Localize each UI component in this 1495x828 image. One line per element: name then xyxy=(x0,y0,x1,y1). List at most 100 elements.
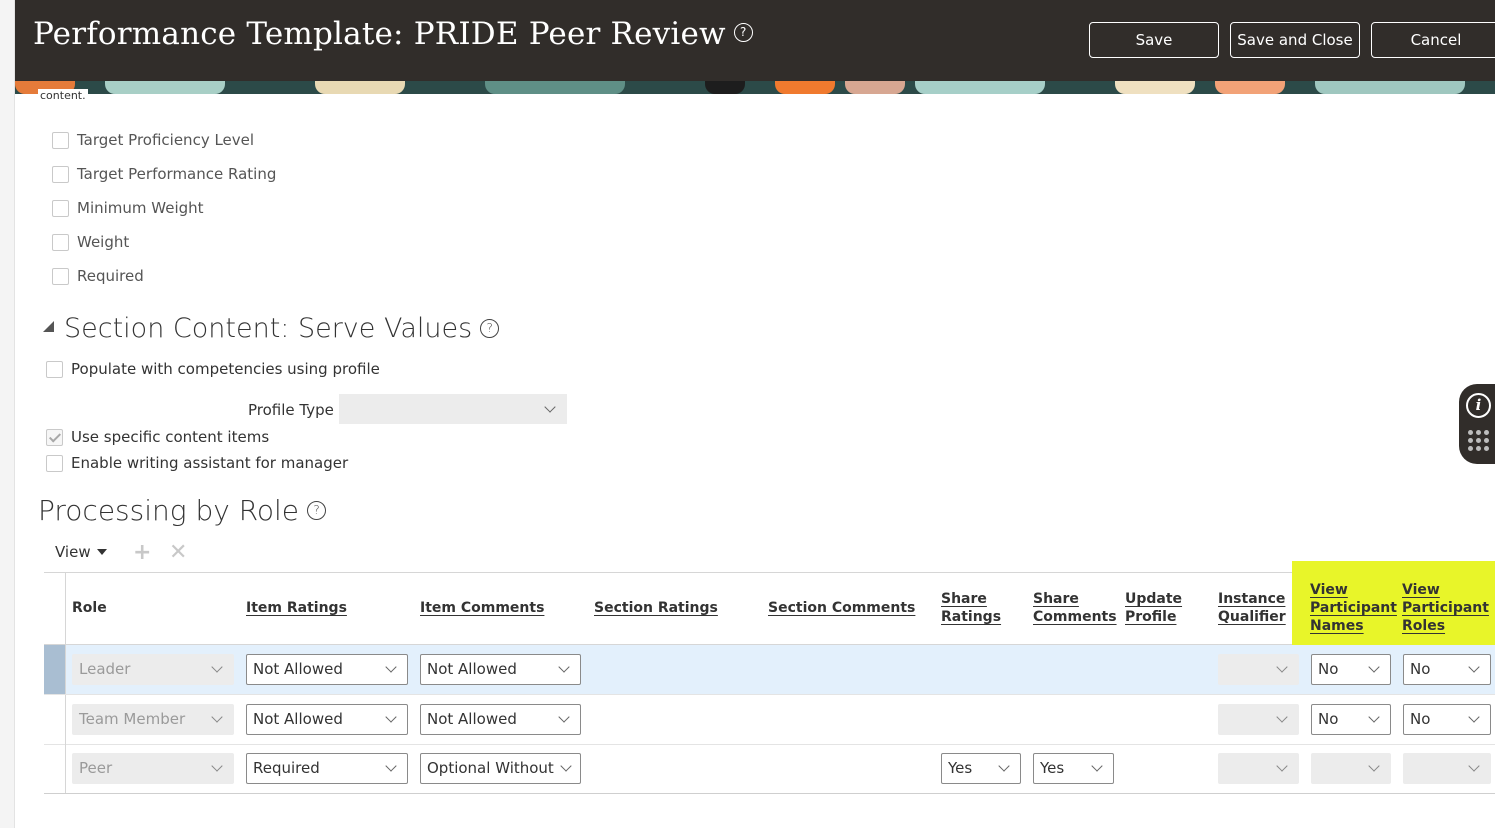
view-participant-names-select[interactable]: No xyxy=(1311,704,1391,735)
checkbox-label: Target Performance Rating xyxy=(77,165,277,183)
checkbox-required[interactable]: Required xyxy=(52,267,144,285)
view-menu[interactable]: View xyxy=(55,543,107,561)
col-header-item-comments[interactable]: Item Comments xyxy=(420,599,544,617)
checkbox-populate-with-competencies[interactable]: Populate with competencies using profile xyxy=(46,360,380,378)
checkbox-label: Weight xyxy=(77,233,130,251)
col-header-instance-qualifier[interactable]: Instance Qualifier xyxy=(1218,590,1286,626)
item-comments-value: Not Allowed xyxy=(427,660,517,678)
row-selector[interactable] xyxy=(44,695,66,744)
item-comments-select[interactable]: Not Allowed xyxy=(420,654,581,685)
view-participant-roles-select[interactable]: No xyxy=(1403,654,1491,685)
checkbox-label: Use specific content items xyxy=(71,428,270,446)
table-row[interactable]: Peer Required Optional Without Yes Yes xyxy=(44,744,1495,794)
chevron-down-icon xyxy=(1468,711,1480,723)
checkbox-label: Enable writing assistant for manager xyxy=(71,454,349,472)
checkbox-label: Minimum Weight xyxy=(77,199,204,217)
col-header-line: Qualifier xyxy=(1218,609,1286,625)
role-value: Leader xyxy=(79,660,131,678)
page-title: Performance Template: PRIDE Peer Review? xyxy=(33,16,753,52)
checkbox-box[interactable] xyxy=(46,428,63,446)
view-participant-names-value: No xyxy=(1318,710,1339,728)
question-circle-icon[interactable]: ? xyxy=(480,319,500,338)
add-row-icon[interactable]: + xyxy=(133,542,151,564)
row-selector[interactable] xyxy=(44,744,66,793)
serve-values-title: Section Content: Serve Values xyxy=(64,313,473,344)
view-participant-roles-select[interactable]: No xyxy=(1403,704,1491,735)
col-header-share-comments[interactable]: Share Comments xyxy=(1033,590,1117,626)
chevron-down-icon xyxy=(998,760,1010,772)
view-participant-names-select[interactable]: No xyxy=(1311,654,1391,685)
table-header: Role Item Ratings Item Comments Section … xyxy=(44,561,1495,645)
item-ratings-select[interactable]: Required xyxy=(246,753,408,784)
checkbox-minimum-weight[interactable]: Minimum Weight xyxy=(52,199,204,217)
view-participant-roles-select xyxy=(1403,753,1491,784)
col-header-item-ratings[interactable]: Item Ratings xyxy=(246,599,347,617)
checkbox-label: Required xyxy=(77,267,144,285)
chevron-down-icon xyxy=(1368,711,1380,723)
checkbox-box[interactable] xyxy=(52,199,69,217)
col-header-line: Roles xyxy=(1402,618,1446,634)
checkbox-enable-writing-assistant[interactable]: Enable writing assistant for manager xyxy=(46,454,348,472)
item-comments-select[interactable]: Optional Without xyxy=(420,753,581,784)
profile-type-select[interactable] xyxy=(339,394,567,424)
decorative-banner xyxy=(15,81,1495,94)
item-ratings-value: Not Allowed xyxy=(253,660,343,678)
serve-values-section-header[interactable]: Section Content: Serve Values ? xyxy=(43,313,500,344)
col-header-update-profile[interactable]: Update Profile xyxy=(1125,590,1182,626)
grid-dots-icon[interactable] xyxy=(1468,430,1492,452)
save-and-close-button[interactable]: Save and Close xyxy=(1230,22,1360,58)
checkbox-label: Populate with competencies using profile xyxy=(71,360,380,378)
row-selector[interactable] xyxy=(44,645,66,694)
chevron-down-icon xyxy=(1091,760,1103,772)
item-comments-select[interactable]: Not Allowed xyxy=(420,704,581,735)
col-header-section-ratings[interactable]: Section Ratings xyxy=(594,599,718,617)
chevron-down-icon xyxy=(558,711,570,723)
checkbox-box[interactable] xyxy=(52,233,69,251)
left-edge-strip xyxy=(0,0,15,828)
checkbox-use-specific-content-items[interactable]: Use specific content items xyxy=(46,428,269,446)
save-button[interactable]: Save xyxy=(1089,22,1219,58)
cancel-button[interactable]: Cancel xyxy=(1371,22,1495,58)
col-header-view-participant-roles[interactable]: View Participant Roles xyxy=(1402,581,1489,635)
checkbox-box[interactable] xyxy=(52,131,69,149)
checkbox-box[interactable] xyxy=(52,267,69,285)
col-header-section-comments[interactable]: Section Comments xyxy=(768,599,915,617)
table-row[interactable]: Team Member Not Allowed Not Allowed No N… xyxy=(44,695,1495,745)
view-participant-names-value: No xyxy=(1318,660,1339,678)
collapse-triangle-icon[interactable] xyxy=(43,321,54,332)
chevron-down-icon xyxy=(1468,760,1480,772)
processing-by-role-header: Processing by Role ? xyxy=(38,494,327,527)
checkbox-weight[interactable]: Weight xyxy=(52,233,129,251)
item-comments-value: Optional Without xyxy=(427,759,554,777)
info-icon[interactable]: i xyxy=(1466,393,1491,418)
checkbox-box[interactable] xyxy=(46,454,63,472)
item-ratings-select[interactable]: Not Allowed xyxy=(246,704,408,735)
checkbox-target-proficiency-level[interactable]: Target Proficiency Level xyxy=(52,131,254,149)
question-circle-icon[interactable]: ? xyxy=(307,501,327,520)
share-comments-value: Yes xyxy=(1040,759,1065,777)
col-header-line: Names xyxy=(1310,618,1364,634)
share-comments-select[interactable]: Yes xyxy=(1033,753,1114,784)
col-header-line: View xyxy=(1310,582,1348,598)
col-header-line: Participant xyxy=(1310,600,1397,616)
table-row[interactable]: Leader Not Allowed Not Allowed No No xyxy=(44,645,1495,695)
checkbox-box[interactable] xyxy=(52,165,69,183)
chevron-down-icon xyxy=(1276,711,1288,723)
chevron-down-icon xyxy=(385,661,397,673)
item-ratings-value: Not Allowed xyxy=(253,710,343,728)
col-header-view-participant-names[interactable]: View Participant Names xyxy=(1310,581,1397,635)
col-header-line: Share xyxy=(1033,591,1079,607)
col-header-share-ratings[interactable]: Share Ratings xyxy=(941,590,1001,626)
item-comments-value: Not Allowed xyxy=(427,710,517,728)
checkbox-target-performance-rating[interactable]: Target Performance Rating xyxy=(52,165,276,183)
checkbox-box[interactable] xyxy=(46,360,63,378)
share-ratings-select[interactable]: Yes xyxy=(941,753,1021,784)
col-header-line: Share xyxy=(941,591,987,607)
chevron-down-icon xyxy=(1368,661,1380,673)
delete-row-icon[interactable]: ✕ xyxy=(169,542,187,564)
view-participant-names-select xyxy=(1311,753,1391,784)
question-circle-icon[interactable]: ? xyxy=(733,23,753,42)
item-ratings-select[interactable]: Not Allowed xyxy=(246,654,408,685)
view-menu-label: View xyxy=(55,543,91,561)
chevron-down-icon xyxy=(211,711,223,723)
